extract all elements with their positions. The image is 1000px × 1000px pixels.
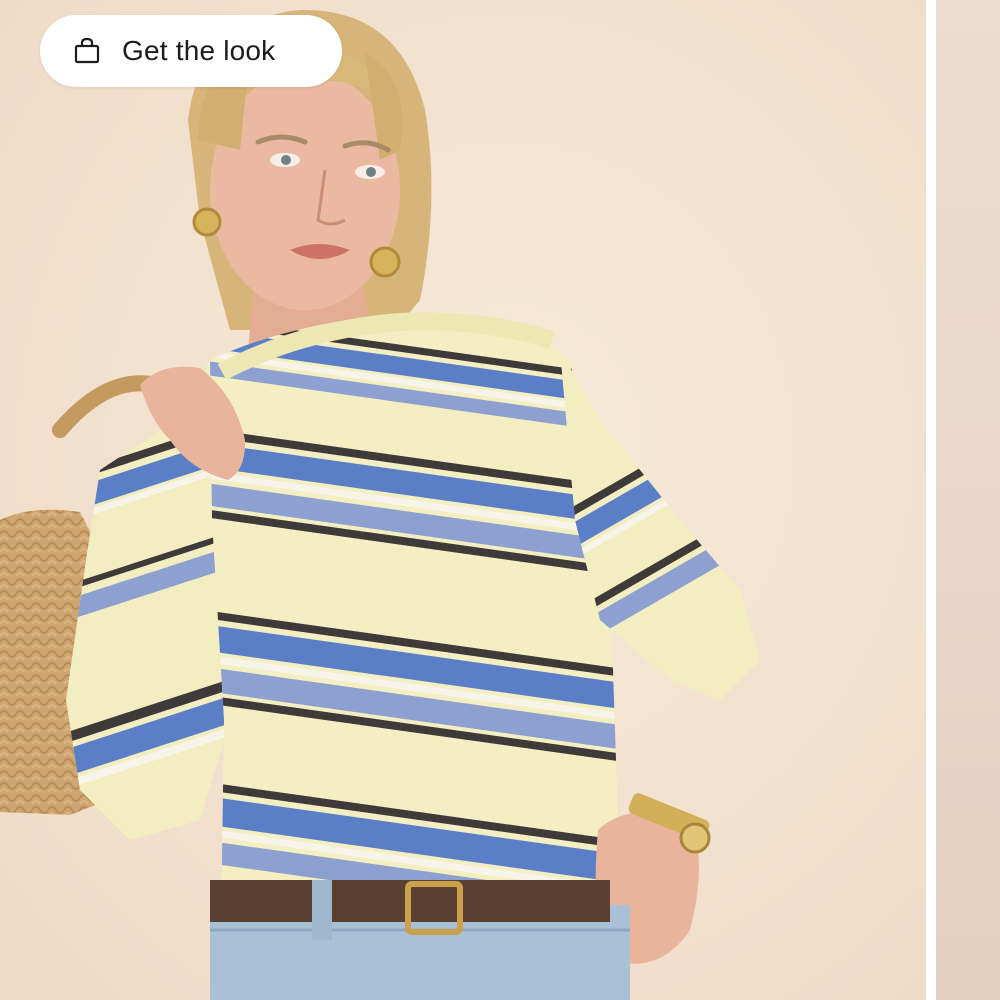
shopping-bag-icon — [72, 36, 102, 66]
carousel-divider — [926, 0, 936, 1000]
product-photo-slide[interactable] — [0, 0, 926, 1000]
next-slide-peek[interactable] — [936, 0, 1000, 1000]
model-photo — [0, 0, 926, 1000]
get-the-look-label: Get the look — [122, 35, 276, 66]
media-viewport: Get the look — [0, 0, 1000, 1000]
get-the-look-button[interactable]: Get the look — [40, 15, 342, 87]
